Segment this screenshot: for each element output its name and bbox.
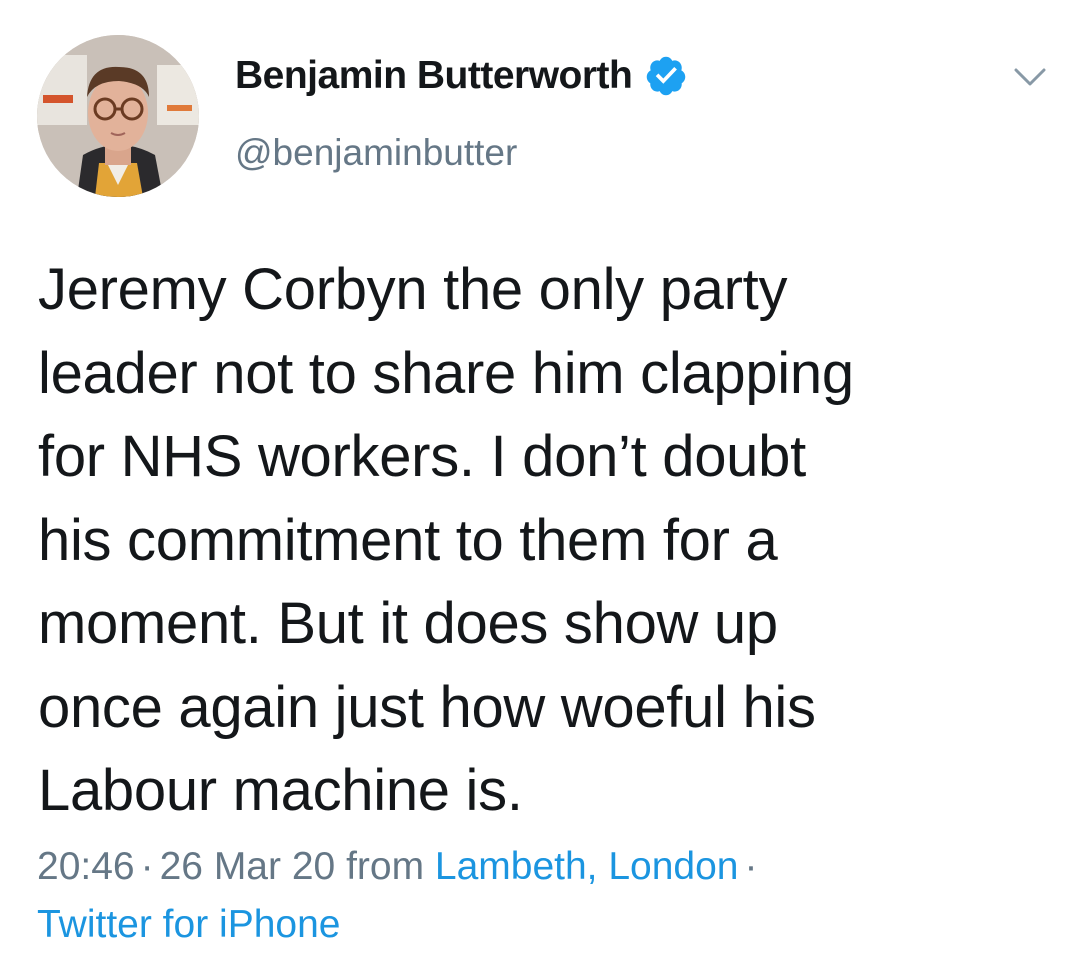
tweet-text: Jeremy Corbyn the only party leader not …: [38, 248, 1028, 833]
tweet-date[interactable]: 26 Mar 20: [160, 845, 336, 888]
author-name[interactable]: Benjamin Butterworth: [235, 54, 688, 98]
tweet-meta-row-2: Twitter for iPhone: [37, 896, 1037, 954]
profile-photo: [37, 35, 199, 197]
location-link[interactable]: Lambeth, London: [435, 845, 739, 888]
tweet-text-line: leader not to share him clapping: [38, 340, 854, 406]
verified-badge-icon: [644, 54, 688, 98]
tweet-meta: 20:46 · 26 Mar 20 from Lambeth, London · Tw…: [37, 838, 1037, 954]
avatar[interactable]: [37, 35, 199, 197]
chevron-down-icon[interactable]: [1010, 62, 1050, 92]
tweet-text-line: Jeremy Corbyn the only party: [38, 257, 788, 322]
tweet-meta-row-1: 20:46 · 26 Mar 20 from Lambeth, London ·: [37, 838, 1037, 896]
meta-separator: ·: [744, 845, 758, 888]
tweet-text-line: moment. But it does show up: [38, 591, 778, 656]
tweet-text-line: his commitment to them for a: [38, 507, 778, 573]
source-link[interactable]: Twitter for iPhone: [37, 903, 340, 946]
tweet-card: Benjamin Butterworth @benjaminbutter Jer…: [0, 0, 1071, 979]
author-handle[interactable]: @benjaminbutter: [235, 132, 517, 174]
meta-separator: ·: [140, 845, 154, 888]
author-name-text[interactable]: Benjamin Butterworth: [235, 54, 633, 98]
tweet-text-line: for NHS workers. I don’t doubt: [38, 424, 806, 489]
tweet-text-line: Labour machine is.: [38, 758, 523, 823]
tweet-time[interactable]: 20:46: [37, 845, 135, 888]
from-label: from: [346, 845, 425, 888]
tweet-text-line: once again just how woeful his: [38, 674, 816, 740]
